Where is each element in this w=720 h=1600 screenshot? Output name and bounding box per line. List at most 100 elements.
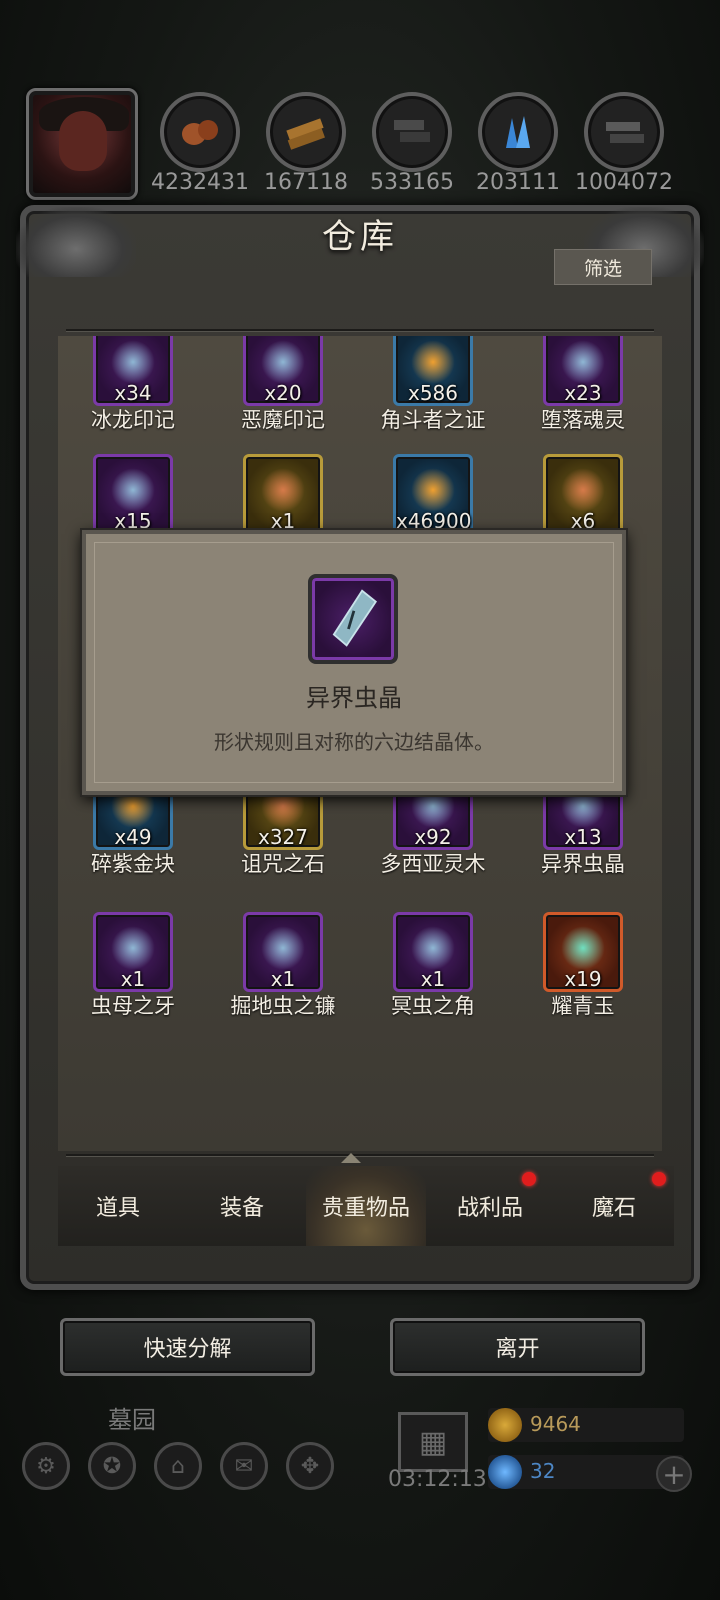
star-icon[interactable]: ✪ — [88, 1442, 136, 1490]
tab-equipment[interactable]: 装备 — [182, 1166, 302, 1246]
gate-icon[interactable]: ⌂ — [154, 1442, 202, 1490]
item-art — [111, 340, 155, 385]
avatar-face — [59, 111, 107, 171]
map-icon[interactable]: ✥ — [286, 1442, 334, 1490]
mail-icon[interactable]: ✉ — [220, 1442, 268, 1490]
gold-counter: 9464 — [488, 1408, 684, 1442]
item-slot[interactable]: x23 堕落魂灵 — [508, 336, 658, 436]
item-icon: x586 — [393, 336, 473, 406]
item-slot[interactable]: x1 掘地虫之镰 — [208, 912, 358, 1022]
crystal-icon[interactable] — [478, 92, 558, 172]
tooltip-item-name: 异界虫晶 — [306, 684, 402, 712]
item-art — [261, 340, 305, 385]
item-count: x49 — [114, 825, 152, 849]
category-tabs: 道具 装备 贵重物品 战利品 魔石 — [58, 1166, 674, 1246]
item-count: x13 — [564, 825, 602, 849]
item-name: 掘地虫之镰 — [230, 994, 336, 1018]
item-slot[interactable]: x20 恶魔印记 — [208, 336, 358, 436]
footer-nav: ⚙ ✪ ⌂ ✉ ✥ — [22, 1442, 342, 1492]
food-value: 4232431 — [151, 170, 249, 195]
gem-counter: 32 — [488, 1455, 684, 1489]
tab-magic-stones[interactable]: 魔石 — [554, 1166, 674, 1246]
item-icon: x6 — [543, 454, 623, 534]
leave-button[interactable]: 离开 — [390, 1318, 645, 1376]
item-art — [411, 468, 455, 513]
notification-dot — [652, 1172, 666, 1186]
item-icon: x46900 — [393, 454, 473, 534]
notification-dot — [522, 1172, 536, 1186]
item-count: x1 — [120, 967, 146, 991]
top-divider — [66, 329, 654, 331]
gem-icon — [488, 1455, 522, 1489]
item-name: 堕落魂灵 — [541, 408, 625, 432]
item-tooltip[interactable]: 异界虫晶 形状规则且对称的六边结晶体。 — [82, 530, 626, 795]
item-name: 恶魔印记 — [241, 408, 325, 432]
item-name: 诅咒之石 — [241, 852, 325, 876]
gift-timer: 03:12:13 — [388, 1467, 487, 1492]
tooltip-item-icon — [308, 574, 398, 664]
tab-label: 贵重物品 — [321, 1196, 410, 1221]
item-count: x92 — [414, 825, 452, 849]
item-art — [561, 340, 605, 385]
item-name: 耀青玉 — [551, 994, 615, 1018]
tab-label: 装备 — [219, 1196, 264, 1221]
gift-box-icon[interactable]: ▦ — [398, 1412, 468, 1472]
item-icon: x1 — [93, 912, 173, 992]
item-count: x19 — [564, 967, 602, 991]
item-art — [111, 926, 155, 971]
item-icon: x19 — [543, 912, 623, 992]
item-slot[interactable]: x1 冥虫之角 — [358, 912, 508, 1022]
item-art — [261, 926, 305, 971]
wood-icon[interactable] — [266, 92, 346, 172]
item-name: 虫母之牙 — [91, 994, 175, 1018]
gem-value: 32 — [530, 1459, 556, 1483]
item-slot[interactable]: x34 冰龙印记 — [58, 336, 208, 436]
player-avatar[interactable] — [26, 88, 138, 200]
settings-icon[interactable]: ⚙ — [22, 1442, 70, 1490]
filter-button[interactable]: 筛选 — [554, 249, 652, 285]
item-name: 异界虫晶 — [541, 852, 625, 876]
item-count: x586 — [407, 381, 458, 405]
tooltip-item-description: 形状规则且对称的六边结晶体。 — [214, 730, 494, 754]
item-icon: x23 — [543, 336, 623, 406]
quick-decompose-button[interactable]: 快速分解 — [60, 1318, 315, 1376]
location-label: 墓园 — [108, 1406, 156, 1434]
tab-label: 战利品 — [456, 1196, 523, 1221]
item-count: x1 — [270, 967, 296, 991]
item-icon: x15 — [93, 454, 173, 534]
stone-icon[interactable] — [372, 92, 452, 172]
item-slot[interactable]: x1 虫母之牙 — [58, 912, 208, 1022]
item-art — [561, 926, 605, 971]
item-icon: x1 — [243, 912, 323, 992]
item-count: x1 — [420, 967, 446, 991]
item-name: 角斗者之证 — [380, 408, 486, 432]
item-art — [111, 468, 155, 513]
item-art — [261, 468, 305, 513]
item-slot[interactable]: x586 角斗者之证 — [358, 336, 508, 436]
tab-label: 道具 — [95, 1196, 140, 1221]
item-art — [411, 926, 455, 971]
tab-label: 魔石 — [591, 1196, 636, 1221]
item-count: x20 — [264, 381, 302, 405]
iron-value: 1004072 — [575, 170, 673, 195]
stone-value: 533165 — [370, 170, 454, 195]
tab-items[interactable]: 道具 — [58, 1166, 178, 1246]
tab-valuables[interactable]: 贵重物品 — [306, 1166, 426, 1246]
food-icon[interactable] — [160, 92, 240, 172]
item-icon: x34 — [93, 336, 173, 406]
wood-value: 167118 — [264, 170, 348, 195]
item-name: 冥虫之角 — [391, 994, 475, 1018]
item-icon: x20 — [243, 336, 323, 406]
tab-indicator — [341, 1153, 361, 1163]
item-slot[interactable]: x19 耀青玉 — [508, 912, 658, 1022]
tab-spoils[interactable]: 战利品 — [430, 1166, 550, 1246]
crystal-value: 203111 — [476, 170, 560, 195]
gold-coin-icon — [488, 1408, 522, 1442]
item-art — [561, 468, 605, 513]
item-count: x23 — [564, 381, 602, 405]
iron-icon[interactable] — [584, 92, 664, 172]
item-icon: x1 — [243, 454, 323, 534]
add-currency-icon[interactable]: + — [656, 1456, 692, 1492]
item-art — [411, 340, 455, 385]
item-icon: x1 — [393, 912, 473, 992]
